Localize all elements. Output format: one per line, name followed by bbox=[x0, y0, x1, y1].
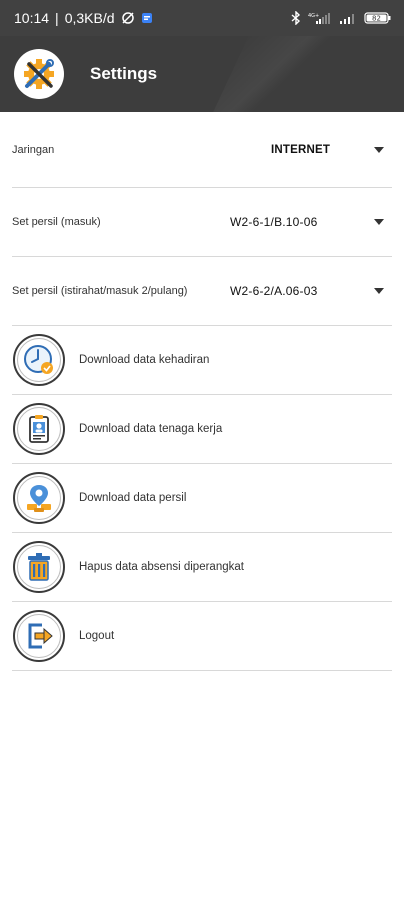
setting-value: W2-6-2/A.06-03 bbox=[230, 284, 318, 298]
dropdown-arrow-icon[interactable] bbox=[374, 288, 384, 294]
setting-label: Set persil (masuk) bbox=[12, 216, 101, 228]
svg-text:4G+: 4G+ bbox=[308, 13, 319, 19]
signal-icon bbox=[339, 12, 357, 25]
menu-item-download-kehadiran[interactable]: Download data kehadiran bbox=[12, 326, 392, 395]
setting-value: W2-6-1/B.10-06 bbox=[230, 215, 318, 229]
menu-item-label: Download data persil bbox=[79, 492, 187, 504]
status-separator: | bbox=[55, 10, 59, 26]
setting-row-jaringan[interactable]: Jaringan INTERNET bbox=[12, 112, 392, 188]
id-card-icon bbox=[13, 403, 65, 455]
menu-item-label: Download data tenaga kerja bbox=[79, 423, 223, 435]
clock-check-icon bbox=[13, 334, 65, 386]
signal-4g-icon: 4G+ bbox=[308, 12, 332, 25]
logout-icon bbox=[13, 610, 65, 662]
status-time: 10:14 bbox=[14, 10, 50, 26]
data-saver-icon bbox=[121, 11, 135, 25]
setting-label: Jaringan bbox=[12, 143, 55, 156]
setting-row-persil-pulang[interactable]: Set persil (istirahat/masuk 2/pulang) W2… bbox=[12, 257, 392, 326]
trash-icon bbox=[13, 541, 65, 593]
status-bar: 10:14 | 0,3KB/d 4G+ 82 bbox=[0, 0, 404, 36]
network-speed: 0,3KB/d bbox=[64, 10, 115, 26]
dropdown-arrow-icon[interactable] bbox=[374, 219, 384, 225]
menu-item-download-tenaga-kerja[interactable]: Download data tenaga kerja bbox=[12, 395, 392, 464]
setting-row-persil-masuk[interactable]: Set persil (masuk) W2-6-1/B.10-06 bbox=[12, 188, 392, 257]
menu-item-label: Download data kehadiran bbox=[79, 354, 210, 366]
menu-item-logout[interactable]: Logout bbox=[12, 602, 392, 671]
notification-app-icon bbox=[141, 12, 153, 24]
battery-level: 82 bbox=[372, 15, 381, 23]
bluetooth-icon bbox=[291, 11, 301, 25]
menu-item-download-persil[interactable]: Download data persil bbox=[12, 464, 392, 533]
menu-item-hapus-absensi[interactable]: Hapus data absensi diperangkat bbox=[12, 533, 392, 602]
menu-item-label: Logout bbox=[79, 630, 115, 642]
settings-list: Jaringan INTERNET Set persil (masuk) W2-… bbox=[0, 112, 404, 671]
settings-tools-icon bbox=[14, 49, 64, 99]
dropdown-arrow-icon[interactable] bbox=[374, 146, 384, 153]
setting-label: Set persil (istirahat/masuk 2/pulang) bbox=[12, 285, 188, 297]
battery-icon: 82 bbox=[364, 11, 392, 25]
page-title: Settings bbox=[90, 64, 158, 83]
setting-value: INTERNET bbox=[271, 143, 331, 156]
app-bar: Settings bbox=[0, 36, 404, 112]
menu-item-label: Hapus data absensi diperangkat bbox=[79, 561, 244, 573]
map-pin-icon bbox=[13, 472, 65, 524]
